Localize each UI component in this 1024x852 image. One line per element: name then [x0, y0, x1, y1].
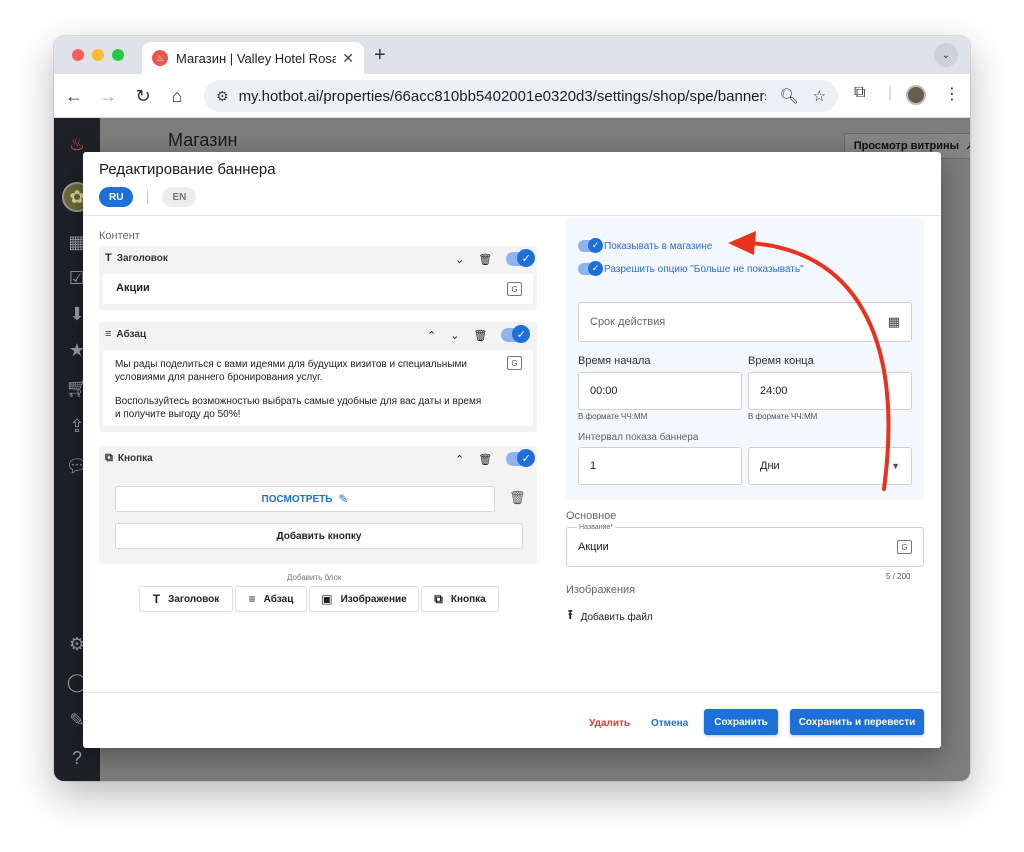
annotation-arrow [728, 231, 891, 491]
annotation-arrow-line [748, 241, 891, 491]
annotation-arrow-head [728, 231, 756, 255]
